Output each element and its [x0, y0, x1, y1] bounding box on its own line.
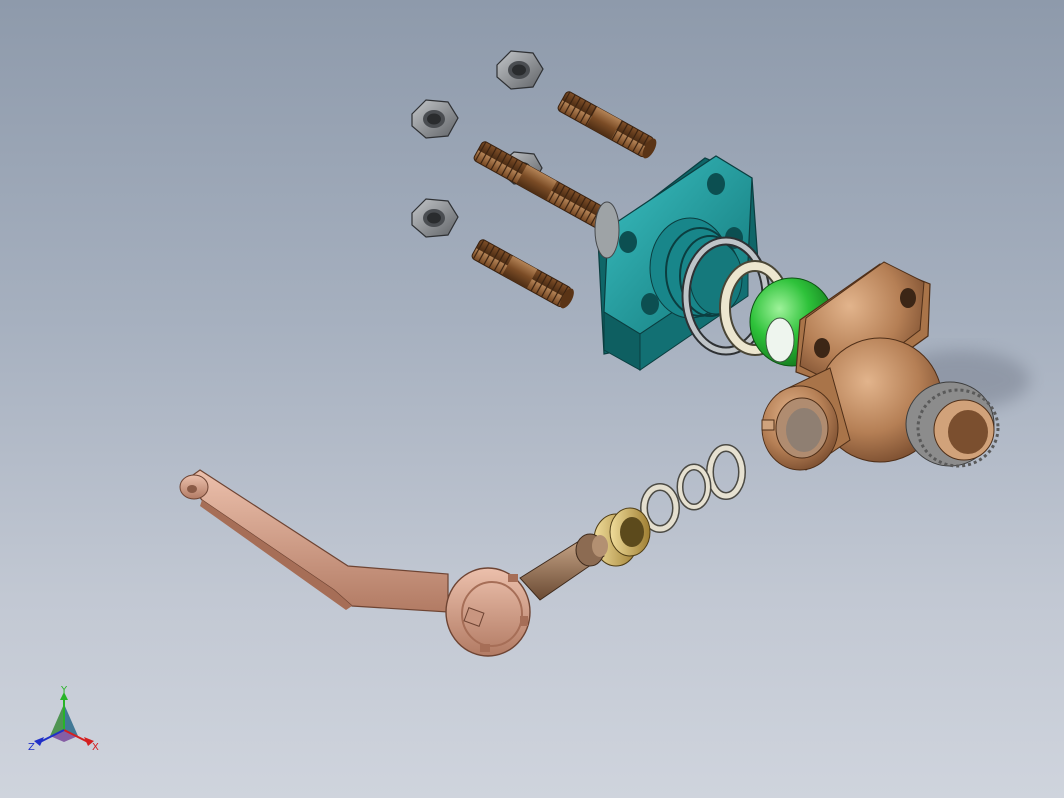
- z-axis-label: Z: [28, 742, 35, 753]
- triad-graphic: Y X Z: [28, 685, 99, 753]
- stud-bolt-3[interactable]: [471, 238, 577, 310]
- bolt-hole: [619, 231, 637, 253]
- coordinate-triad[interactable]: Y X Z: [26, 685, 106, 756]
- hex-nut-1[interactable]: [496, 50, 544, 90]
- x-axis-label: X: [92, 742, 99, 753]
- flange-gasket[interactable]: [594, 201, 620, 259]
- stud-bolt-1[interactable]: [557, 90, 660, 160]
- bolt-hole: [814, 338, 830, 358]
- assembly-scene[interactable]: [0, 0, 1064, 798]
- hex-nut-2[interactable]: [411, 99, 459, 139]
- y-axis-label: Y: [60, 686, 68, 696]
- cad-viewport[interactable]: Y X Z: [0, 0, 1064, 798]
- washer-1[interactable]: [706, 444, 746, 500]
- stem[interactable]: [519, 533, 608, 601]
- washer-2[interactable]: [676, 463, 712, 511]
- bolt-hole: [900, 288, 916, 308]
- handle-lever[interactable]: [179, 469, 531, 657]
- bolt-hole: [707, 173, 725, 195]
- bolt-hole: [641, 293, 659, 315]
- hex-nut-4[interactable]: [411, 198, 459, 238]
